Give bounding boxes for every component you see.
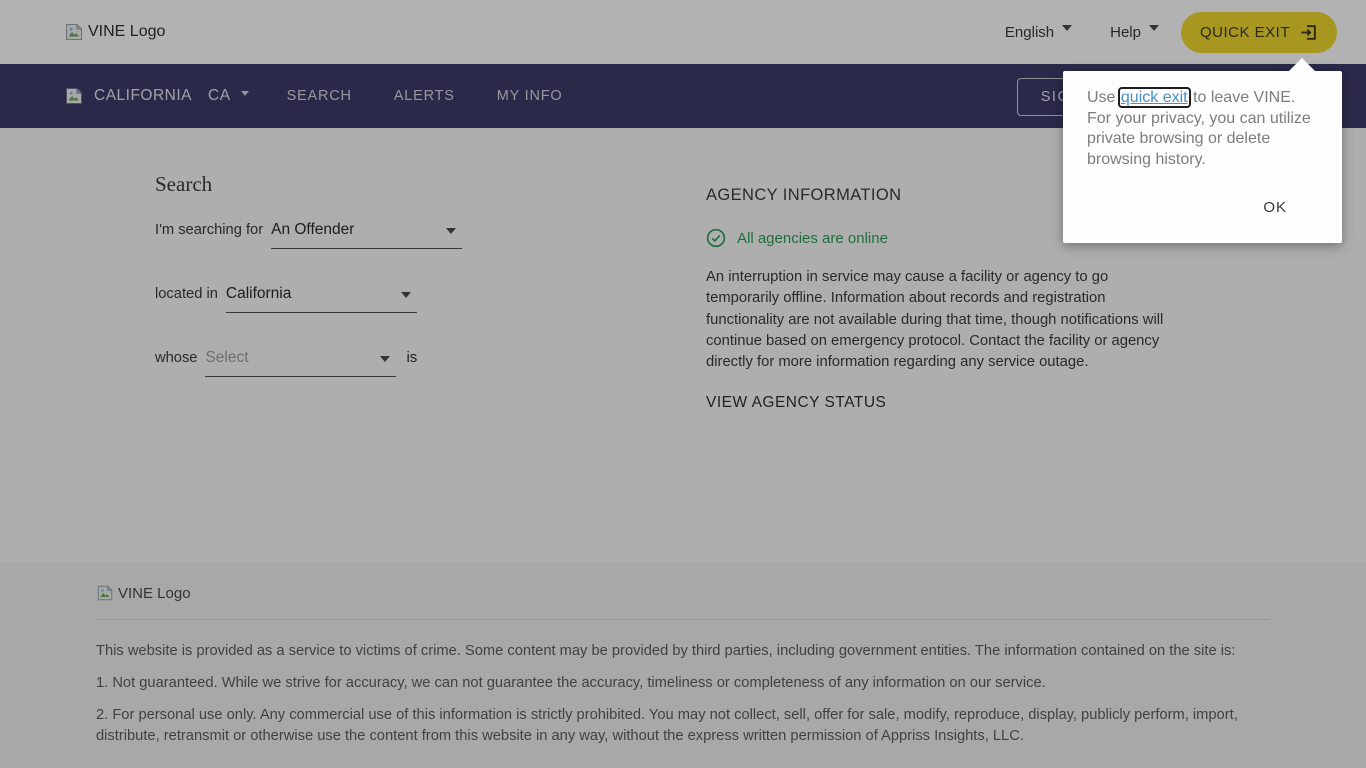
tooltip-ok-button[interactable]: OK	[1257, 198, 1293, 217]
tooltip-arrow	[1288, 58, 1316, 72]
vine-page: VINE Logo English Help QUICK EXIT CALIFO…	[0, 0, 1366, 768]
quick-exit-link[interactable]: quick exit	[1120, 89, 1189, 106]
tooltip-text-prefix: Use	[1087, 89, 1120, 106]
quick-exit-tooltip: Use quick exit to leave VINE. For your p…	[1063, 58, 1342, 243]
